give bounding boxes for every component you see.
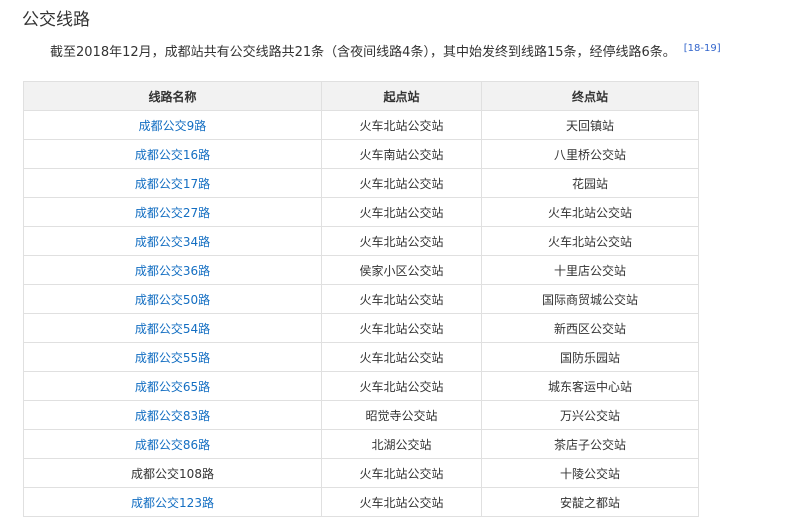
start-station-cell: 火车北站公交站 <box>321 168 482 198</box>
start-station-cell: 火车北站公交站 <box>321 371 482 401</box>
end-station-cell: 城东客运中心站 <box>481 371 699 401</box>
table-row: 成都公交17路 火车北站公交站 花园站 <box>23 168 699 198</box>
start-station-cell: 昭觉寺公交站 <box>321 400 482 430</box>
table-row: 成都公交65路 火车北站公交站 城东客运中心站 <box>23 371 699 401</box>
end-station-cell: 火车北站公交站 <box>481 226 699 256</box>
table-row: 成都公交86路 北湖公交站 茶店子公交站 <box>23 429 699 459</box>
table-body: 成都公交9路 火车北站公交站 天回镇站 成都公交16路 火车南站公交站 八里桥公交站 成都公… <box>23 110 699 517</box>
table-row: 成都公交16路 火车南站公交站 八里桥公交站 <box>23 139 699 169</box>
start-station-cell: 火车北站公交站 <box>321 342 482 372</box>
route-name-cell: 成都公交17路 <box>23 168 322 198</box>
route-link[interactable]: 成都公交83路 <box>135 409 210 423</box>
route-name-cell: 成都公交50路 <box>23 284 322 314</box>
table-header-row: 线路名称 起点站 终点站 <box>23 81 699 111</box>
end-station-cell: 花园站 <box>481 168 699 198</box>
table-row: 成都公交55路 火车北站公交站 国防乐园站 <box>23 342 699 372</box>
route-name-cell: 成都公交36路 <box>23 255 322 285</box>
route-link[interactable]: 成都公交123路 <box>131 496 214 510</box>
end-station-cell: 万兴公交站 <box>481 400 699 430</box>
route-name-cell: 成都公交9路 <box>23 110 322 140</box>
end-station-cell: 茶店子公交站 <box>481 429 699 459</box>
start-station-cell: 北湖公交站 <box>321 429 482 459</box>
route-link[interactable]: 成都公交9路 <box>139 119 207 133</box>
header-start-station: 起点站 <box>321 81 482 111</box>
route-link[interactable]: 成都公交27路 <box>135 206 210 220</box>
route-link[interactable]: 成都公交34路 <box>135 235 210 249</box>
route-name-cell: 成都公交54路 <box>23 313 322 343</box>
route-name-cell: 成都公交108路 <box>23 458 322 488</box>
table-row: 成都公交27路 火车北站公交站 火车北站公交站 <box>23 197 699 227</box>
route-link[interactable]: 成都公交54路 <box>135 322 210 336</box>
header-route-name: 线路名称 <box>23 81 322 111</box>
end-station-cell: 国际商贸城公交站 <box>481 284 699 314</box>
table-row: 成都公交50路 火车北站公交站 国际商贸城公交站 <box>23 284 699 314</box>
start-station-cell: 火车南站公交站 <box>321 139 482 169</box>
end-station-cell: 国防乐园站 <box>481 342 699 372</box>
header-end-station: 终点站 <box>481 81 699 111</box>
route-link[interactable]: 成都公交36路 <box>135 264 210 278</box>
table-row: 成都公交34路 火车北站公交站 火车北站公交站 <box>23 226 699 256</box>
table-row: 成都公交108路 火车北站公交站 十陵公交站 <box>23 458 699 488</box>
end-station-cell: 八里桥公交站 <box>481 139 699 169</box>
route-link[interactable]: 成都公交50路 <box>135 293 210 307</box>
route-name-cell: 成都公交27路 <box>23 197 322 227</box>
start-station-cell: 侯家小区公交站 <box>321 255 482 285</box>
route-name-cell: 成都公交55路 <box>23 342 322 372</box>
route-link[interactable]: 成都公交65路 <box>135 380 210 394</box>
table-row: 成都公交9路 火车北站公交站 天回镇站 <box>23 110 699 140</box>
route-name-cell: 成都公交86路 <box>23 429 322 459</box>
route-name-cell: 成都公交65路 <box>23 371 322 401</box>
citation-link[interactable]: [18-19] <box>684 43 721 54</box>
route-name-cell: 成都公交83路 <box>23 400 322 430</box>
route-link[interactable]: 成都公交16路 <box>135 148 210 162</box>
start-station-cell: 火车北站公交站 <box>321 197 482 227</box>
start-station-cell: 火车北站公交站 <box>321 313 482 343</box>
route-link[interactable]: 成都公交17路 <box>135 177 210 191</box>
end-station-cell: 十里店公交站 <box>481 255 699 285</box>
route-name-cell: 成都公交123路 <box>23 487 322 517</box>
route-name-cell: 成都公交34路 <box>23 226 322 256</box>
table-row: 成都公交83路 昭觉寺公交站 万兴公交站 <box>23 400 699 430</box>
intro-paragraph: 截至2018年12月，成都站共有公交线路共21条（含夜间线路4条），其中始发终到… <box>50 43 721 63</box>
start-station-cell: 火车北站公交站 <box>321 487 482 517</box>
section-heading: 公交线路 <box>22 10 90 30</box>
start-station-cell: 火车北站公交站 <box>321 110 482 140</box>
bus-routes-table: 线路名称 起点站 终点站 成都公交9路 火车北站公交站 天回镇站 成都公交16路 火车南… <box>23 81 699 517</box>
route-name-cell: 成都公交16路 <box>23 139 322 169</box>
start-station-cell: 火车北站公交站 <box>321 226 482 256</box>
end-station-cell: 天回镇站 <box>481 110 699 140</box>
end-station-cell: 安靛之都站 <box>481 487 699 517</box>
end-station-cell: 新西区公交站 <box>481 313 699 343</box>
table-row: 成都公交123路 火车北站公交站 安靛之都站 <box>23 487 699 517</box>
table-row: 成都公交54路 火车北站公交站 新西区公交站 <box>23 313 699 343</box>
route-name-text: 成都公交108路 <box>131 466 214 481</box>
route-link[interactable]: 成都公交86路 <box>135 438 210 452</box>
end-station-cell: 火车北站公交站 <box>481 197 699 227</box>
end-station-cell: 十陵公交站 <box>481 458 699 488</box>
table-row: 成都公交36路 侯家小区公交站 十里店公交站 <box>23 255 699 285</box>
start-station-cell: 火车北站公交站 <box>321 458 482 488</box>
start-station-cell: 火车北站公交站 <box>321 284 482 314</box>
intro-text: 截至2018年12月，成都站共有公交线路共21条（含夜间线路4条），其中始发终到… <box>50 45 676 60</box>
route-link[interactable]: 成都公交55路 <box>135 351 210 365</box>
